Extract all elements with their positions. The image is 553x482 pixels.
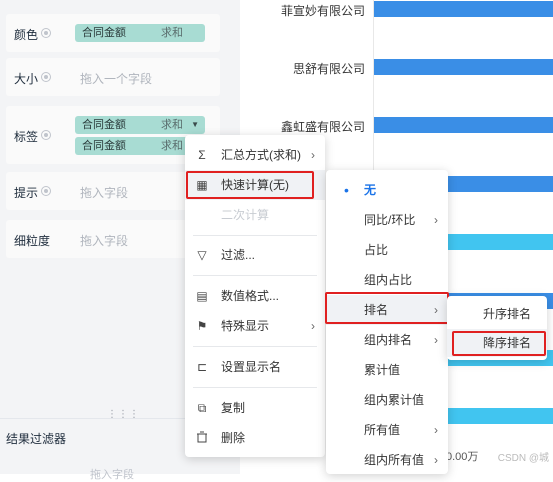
chevron-right-icon: › bbox=[311, 319, 315, 333]
quick-calc-none[interactable]: • 无 bbox=[326, 175, 448, 205]
menu-item-label: 升序排名 bbox=[483, 307, 532, 321]
menu-item-label: 特殊显示 bbox=[221, 319, 270, 333]
size-field-row: 大小 拖入一个字段 bbox=[6, 58, 220, 96]
x-axis-tick: 0.00万 bbox=[446, 451, 479, 463]
quick-calc-percent[interactable]: 占比 bbox=[326, 235, 448, 265]
menu-item-aggregation[interactable]: Σ 汇总方式(求和) › bbox=[185, 140, 325, 170]
menu-item-special-display[interactable]: ⚑ 特殊显示 › bbox=[185, 311, 325, 341]
granularity-field-label: 细粒度 bbox=[14, 234, 51, 248]
menu-item-label: 删除 bbox=[221, 431, 246, 445]
chevron-right-icon: › bbox=[434, 213, 438, 227]
gear-icon[interactable] bbox=[41, 130, 51, 140]
quick-calc-cumulative[interactable]: 累计值 bbox=[326, 355, 448, 385]
size-field-label: 大小 bbox=[14, 72, 39, 86]
menu-item-label: 设置显示名 bbox=[221, 360, 282, 374]
quick-calc-all-values[interactable]: 所有值 › bbox=[326, 415, 448, 445]
quick-calc-group-cumulative[interactable]: 组内累计值 bbox=[326, 385, 448, 415]
menu-item-label: 无 bbox=[364, 183, 377, 197]
quick-calc-group-percent[interactable]: 组内占比 bbox=[326, 265, 448, 295]
color-field-row: 颜色 合同金额 求和 bbox=[6, 14, 220, 52]
tag-field-pill-1[interactable]: 合同金额 求和 ▼ bbox=[75, 116, 205, 134]
menu-item-label: 组内占比 bbox=[364, 273, 413, 287]
flag-icon: ⚑ bbox=[196, 319, 208, 333]
menu-item-label: 过滤... bbox=[221, 248, 256, 262]
menu-item-label: 累计值 bbox=[364, 363, 401, 377]
copy-icon: ⧉ bbox=[197, 401, 207, 415]
menu-item-number-format[interactable]: ▤ 数值格式... bbox=[185, 281, 325, 311]
menu-item-label: 所有值 bbox=[364, 423, 401, 437]
chevron-right-icon: › bbox=[434, 423, 438, 437]
chevron-right-icon: › bbox=[434, 333, 438, 347]
menu-item-rename[interactable]: ⊏ 设置显示名 bbox=[185, 352, 325, 382]
pill-field-name: 合同金额 bbox=[82, 27, 126, 39]
highlight-box bbox=[325, 292, 449, 324]
chevron-right-icon: › bbox=[434, 453, 438, 467]
caret-down-icon[interactable]: ▼ bbox=[191, 116, 199, 134]
menu-item-filter[interactable]: ▽ 过滤... bbox=[185, 240, 325, 270]
result-filter-title: 结果过滤器 bbox=[6, 432, 67, 446]
pill-aggregation: 求和 bbox=[161, 119, 183, 131]
chart-bar[interactable] bbox=[374, 117, 553, 133]
chart-bar[interactable] bbox=[374, 1, 553, 17]
menu-separator bbox=[193, 235, 317, 236]
gear-icon[interactable] bbox=[41, 72, 51, 82]
rename-icon: ⊏ bbox=[196, 360, 208, 374]
menu-item-label: 占比 bbox=[364, 243, 389, 257]
category-label: 菲宣妙有限公司 bbox=[280, 4, 365, 18]
gear-icon[interactable] bbox=[41, 186, 51, 196]
watermark: CSDN @城 bbox=[497, 453, 549, 464]
menu-item-copy[interactable]: ⧉ 复制 bbox=[185, 393, 325, 423]
gear-icon[interactable] bbox=[41, 28, 51, 38]
tooltip-field-label: 提示 bbox=[14, 186, 39, 200]
chart-bar[interactable] bbox=[374, 59, 553, 75]
menu-item-label: 组内所有值 bbox=[364, 453, 425, 467]
granularity-field-dropzone[interactable]: 拖入字段 bbox=[80, 232, 128, 249]
menu-item-secondary-calc: 二次计算 bbox=[185, 200, 325, 230]
quick-calc-yoy[interactable]: 同比/环比 › bbox=[326, 205, 448, 235]
menu-item-delete[interactable]: 删除 bbox=[185, 423, 325, 453]
trash-icon bbox=[195, 431, 209, 445]
menu-separator bbox=[193, 346, 317, 347]
filter-icon: ▽ bbox=[197, 248, 207, 262]
sigma-icon: Σ bbox=[198, 148, 206, 162]
pill-aggregation: 求和 bbox=[161, 140, 183, 152]
chevron-right-icon: › bbox=[311, 148, 315, 162]
result-filter-dropzone[interactable]: 拖入字段 bbox=[90, 466, 134, 482]
quick-calc-group-rank[interactable]: 组内排名 › bbox=[326, 325, 448, 355]
category-label: 思舒有限公司 bbox=[292, 62, 365, 76]
color-field-pill[interactable]: 合同金额 求和 bbox=[75, 24, 205, 42]
highlight-box bbox=[452, 331, 546, 356]
menu-item-label: 二次计算 bbox=[221, 208, 270, 222]
selected-dot-icon: • bbox=[344, 182, 349, 198]
menu-item-label: 同比/环比 bbox=[364, 213, 416, 227]
menu-separator bbox=[193, 275, 317, 276]
color-field-label: 颜色 bbox=[14, 28, 39, 42]
tooltip-field-dropzone[interactable]: 拖入字段 bbox=[80, 184, 128, 201]
menu-item-label: 数值格式... bbox=[221, 289, 280, 303]
category-label: 鑫虹盛有限公司 bbox=[280, 120, 365, 134]
menu-item-label: 组内排名 bbox=[364, 333, 413, 347]
menu-item-label: 复制 bbox=[221, 401, 246, 415]
rank-ascending[interactable]: 升序排名 bbox=[447, 299, 547, 329]
menu-separator bbox=[193, 387, 317, 388]
menu-item-label: 组内累计值 bbox=[364, 393, 425, 407]
highlight-box bbox=[186, 171, 314, 199]
pill-aggregation: 求和 bbox=[161, 27, 183, 39]
size-field-dropzone[interactable]: 拖入一个字段 bbox=[80, 70, 152, 87]
menu-item-label: 汇总方式(求和) bbox=[221, 148, 301, 162]
number-format-icon: ▤ bbox=[196, 289, 208, 303]
pill-field-name: 合同金额 bbox=[82, 119, 126, 131]
quick-calc-group-all-values[interactable]: 组内所有值 › bbox=[326, 445, 448, 475]
tag-field-label: 标签 bbox=[14, 130, 39, 144]
pill-field-name: 合同金额 bbox=[82, 140, 126, 152]
